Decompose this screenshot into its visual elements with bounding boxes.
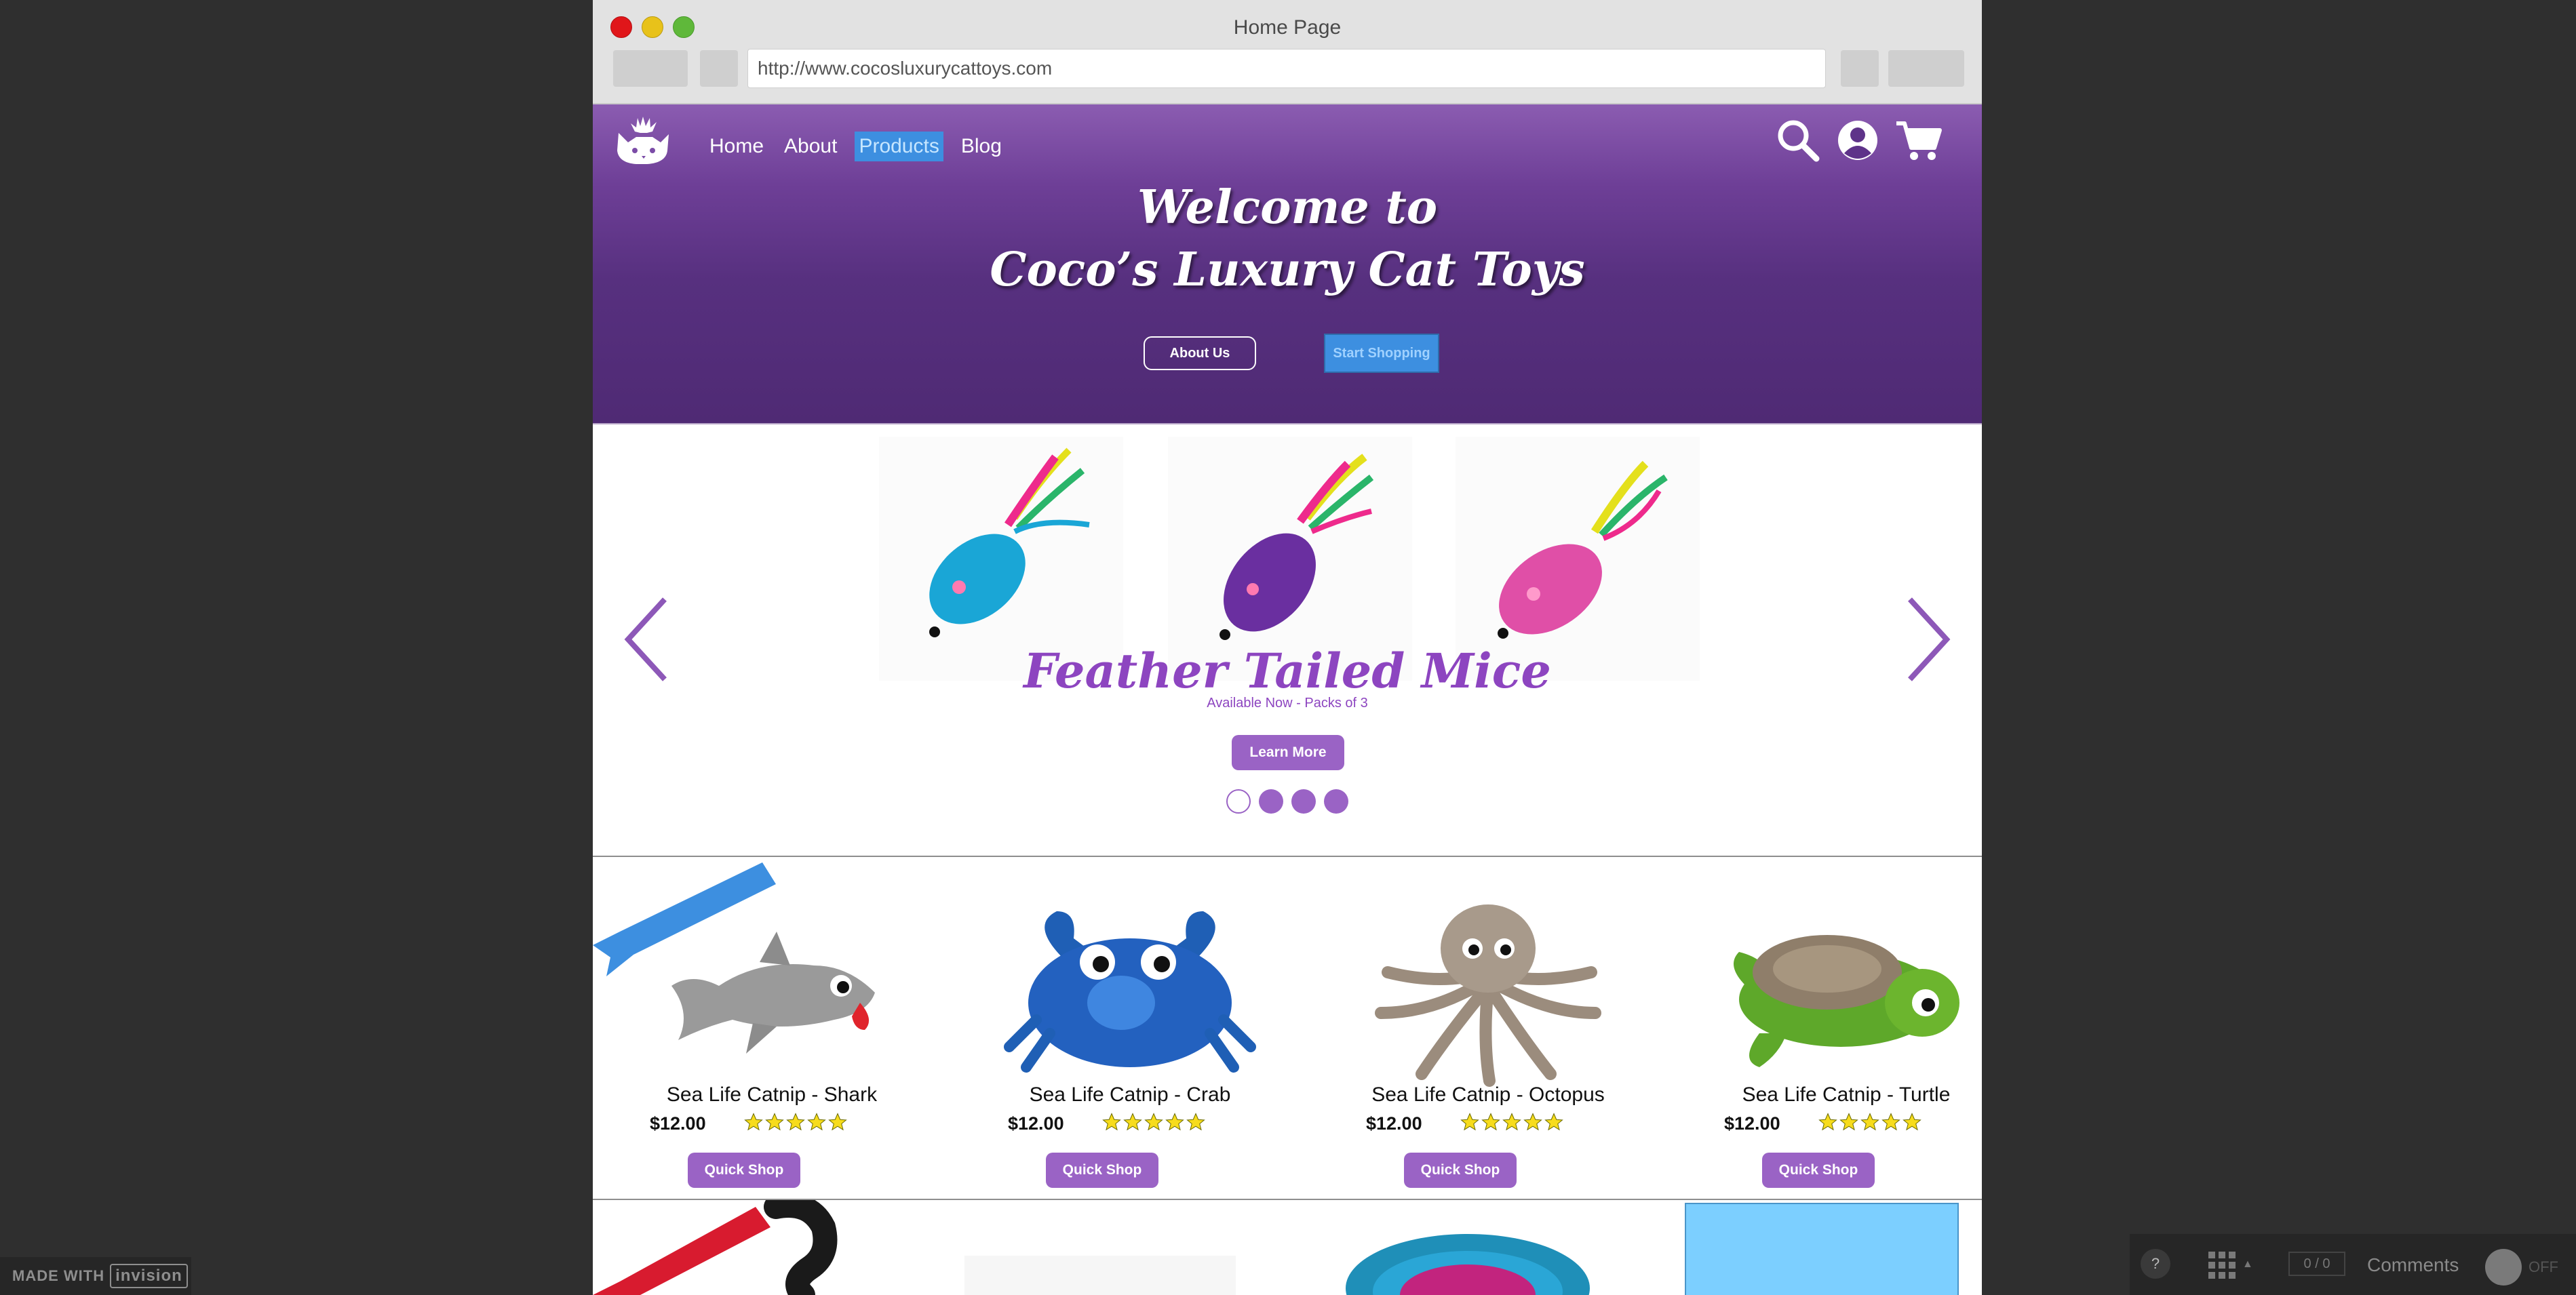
caret-up-icon[interactable]: ▲ [2242,1258,2253,1271]
star-icon [1460,1113,1479,1131]
star-icon [1123,1113,1142,1131]
hero-title-line2: Coco’s Luxury Cat Toys [990,243,1585,297]
star-icon [1881,1113,1900,1131]
product-name[interactable]: Sea Life Catnip - Crab [951,1083,1309,1107]
hero-title: Welcome to Coco’s Luxury Cat Toys [593,176,1982,301]
share-button[interactable] [1841,50,1879,87]
slide-title: Feather Tailed Mice [1023,643,1551,699]
product-image-placeholder [964,1256,1236,1295]
carousel-dots [1226,789,1348,814]
made-with-invision-badge[interactable]: MADE WITH invision [0,1257,191,1295]
image-placeholder [1685,1203,1959,1295]
cart-icon[interactable] [1894,115,1944,165]
turtle-toy-image [1734,935,1959,1067]
product-price: $12.00 [650,1113,706,1134]
star-icon [1102,1113,1121,1131]
page-counter: 0 / 0 [2288,1252,2345,1276]
learn-more-button[interactable]: Learn More [1232,735,1344,770]
slide-subtitle: Available Now - Packs of 3 [1207,696,1368,711]
product-card-crab: Sea Life Catnip - Crab $12.00 Quick Shop [951,857,1309,1199]
crab-toy-image [1004,911,1256,1073]
product-grid: Sea Life Catnip - Shark $12.00 Quick Sho… [593,857,1982,1200]
product-price: $12.00 [1724,1113,1780,1134]
browser-chrome: Home Page http://www.cocosluxurycattoys.… [593,0,1982,104]
quick-shop-button[interactable]: Quick Shop [1404,1153,1517,1188]
star-icon [744,1113,763,1131]
comments-label[interactable]: Comments [2367,1254,2459,1276]
nav-products[interactable]: Products [855,132,943,161]
grid-icon[interactable] [2207,1250,2237,1280]
star-icon [1839,1113,1858,1131]
cat-logo-icon[interactable] [613,115,673,167]
browser-window: Home Page http://www.cocosluxurycattoys.… [593,0,1982,1295]
star-icon [1860,1113,1879,1131]
nav-blog[interactable]: Blog [958,132,1004,161]
star-icon [765,1113,784,1131]
window-title: Home Page [1233,16,1342,39]
made-with-label: MADE WITH [12,1267,105,1284]
star-icon [1144,1113,1163,1131]
toggle-state-label: OFF [2529,1258,2558,1275]
star-icon [1818,1113,1837,1131]
bowl-toy-image [1346,1234,1590,1295]
carousel-dot-4[interactable] [1324,789,1348,814]
hero-header: Home About Products Blog Welcome to Coco… [593,104,1982,424]
product-card-turtle: Sea Life Catnip - Turtle $12.00 Quick Sh… [1667,857,1982,1199]
carousel-dot-2[interactable] [1259,789,1283,814]
star-icon [1502,1113,1521,1131]
quick-shop-button[interactable]: Quick Shop [1762,1153,1875,1188]
rating-stars [1101,1111,1206,1134]
tabs-button[interactable] [1888,50,1964,87]
quick-shop-button[interactable]: Quick Shop [688,1153,800,1188]
invision-logo: invision [110,1264,188,1288]
search-icon[interactable] [1773,115,1823,165]
product-card-shark: Sea Life Catnip - Shark $12.00 Quick Sho… [593,857,951,1199]
popular-items-row: Popular Items [593,1200,1982,1295]
feature-carousel: Feather Tailed Mice Available Now - Pack… [593,424,1982,857]
shark-toy-image [671,932,875,1054]
url-bar[interactable]: http://www.cocosluxurycattoys.com [747,49,1826,88]
star-icon [828,1113,847,1131]
star-icon [1523,1113,1542,1131]
star-icon [1186,1113,1205,1131]
help-button[interactable]: ? [2141,1249,2170,1279]
back-button[interactable] [613,50,688,87]
star-icon [1481,1113,1500,1131]
octopus-toy-image [1375,904,1601,1087]
product-price: $12.00 [1366,1113,1422,1134]
about-us-button[interactable]: About Us [1144,336,1256,370]
star-icon [1165,1113,1184,1131]
carousel-dot-3[interactable] [1291,789,1316,814]
product-name[interactable]: Sea Life Catnip - Octopus [1309,1083,1667,1107]
star-icon [807,1113,826,1131]
product-card-octopus: Sea Life Catnip - Octopus $12.00 Quick S… [1309,857,1667,1199]
rating-stars [743,1111,848,1134]
hero-title-line1: Welcome to [1137,180,1438,235]
rating-stars [1460,1111,1564,1134]
carousel-dot-1[interactable] [1226,789,1251,814]
forward-button[interactable] [700,50,738,87]
nav-about[interactable]: About [781,132,840,161]
product-name[interactable]: Sea Life Catnip - Shark [593,1083,951,1107]
rating-stars [1818,1111,1922,1134]
star-icon [1544,1113,1563,1131]
star-icon [1902,1113,1921,1131]
quick-shop-button[interactable]: Quick Shop [1046,1153,1158,1188]
comments-toggle[interactable] [2485,1249,2522,1286]
account-icon[interactable] [1833,115,1883,165]
main-nav: Home About Products Blog [707,132,1019,161]
product-name[interactable]: Sea Life Catnip - Turtle [1667,1083,1982,1107]
nav-home[interactable]: Home [707,132,766,161]
prototype-toolbar: ? ▲ 0 / 0 Comments OFF [2130,1234,2576,1295]
start-shopping-button[interactable]: Start Shopping [1324,334,1439,373]
popular-items-ribbon: Popular Items [593,1207,770,1295]
star-icon [786,1113,805,1131]
product-price: $12.00 [1008,1113,1064,1134]
